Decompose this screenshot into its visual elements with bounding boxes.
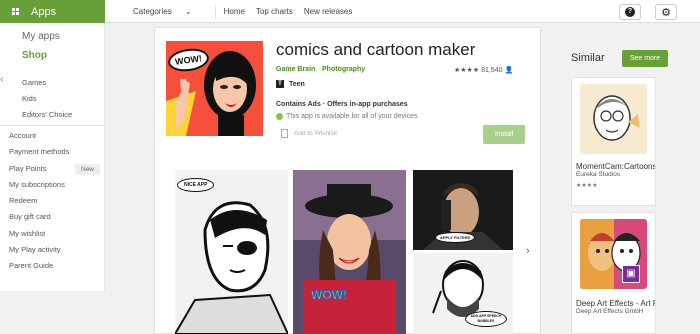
sidebar-link-play-activity[interactable]: My Play activity [9, 242, 104, 258]
availability-notice: This app is available for all of your de… [276, 113, 418, 120]
sidebar-shop[interactable]: Shop [22, 46, 104, 65]
screenshot-2[interactable]: WOW! [293, 170, 406, 334]
screenshot-3[interactable]: APPLY FILTERS [413, 170, 513, 250]
top-bar: Apps Categories ⌄ Home Top charts New re… [0, 0, 700, 23]
see-more-button[interactable]: See more [622, 50, 668, 67]
similar-app-developer: Deep Art Effects GmbH [576, 308, 644, 315]
wishlist-bookmark-icon [281, 129, 288, 138]
add-to-wishlist-button[interactable]: Add to Wishlist [281, 129, 337, 138]
sidebar-link-wishlist[interactable]: My wishlist [9, 226, 104, 242]
category-link[interactable]: Photography [322, 66, 365, 73]
question-icon: ? [625, 7, 635, 17]
similar-app-card-deep-art-effects[interactable]: ▣ Deep Art Effects - Art Filter Deep Art… [571, 212, 656, 334]
rating-stars: ★★★★ [454, 67, 480, 74]
similar-app-developer: Eureka Studios [576, 171, 621, 178]
new-badge: New [75, 163, 101, 175]
info-icon [276, 113, 283, 120]
ads-notice: Contains Ads · Offers in-app purchases [276, 101, 408, 108]
similar-app-title: MomentCam:Cartoons [576, 162, 655, 171]
nav-top-charts[interactable]: Top charts [256, 7, 293, 16]
screenshot-4-bubble: ADD APP SPEECH BUBBLES [465, 311, 507, 327]
next-screenshot-arrow-icon[interactable]: › [526, 245, 530, 257]
similar-app-rating: ★★★★ [576, 183, 598, 189]
similar-app-icon-momentcam [580, 84, 647, 154]
person-icon: 👤 [504, 67, 514, 74]
similar-app-card-momentcam[interactable]: MomentCam:Cartoons Eureka Studios ★★★★ [571, 77, 656, 206]
screenshot-1[interactable]: NICE APP [175, 170, 288, 334]
sidebar: My apps Shop Games Kids Editors' Choice … [0, 23, 105, 291]
settings-button[interactable]: ⚙ [655, 4, 677, 20]
app-rating: ★★★★ 81,540 👤 [454, 66, 513, 74]
sidebar-link-subscriptions[interactable]: My subscriptions [9, 177, 104, 193]
sidebar-item-editors-choice[interactable]: Editors' Choice [22, 107, 104, 123]
sidebar-my-apps[interactable]: My apps [22, 27, 104, 46]
sidebar-item-kids[interactable]: Kids [22, 91, 104, 107]
sidebar-link-buy-gift-card[interactable]: Buy gift card [9, 209, 104, 225]
similar-app-title: Deep Art Effects - Art Filter [576, 299, 655, 308]
apps-tab[interactable]: Apps [0, 0, 105, 23]
sidebar-divider [0, 125, 104, 126]
sidebar-link-payment-methods[interactable]: Payment methods [9, 144, 104, 160]
teen-rating-icon: T [276, 80, 284, 88]
gear-icon: ⚙ [661, 6, 671, 19]
collapse-sidebar-arrow-icon[interactable]: ‹ [0, 74, 3, 85]
similar-heading: Similar [571, 52, 605, 64]
sidebar-link-redeem[interactable]: Redeem [9, 193, 104, 209]
similar-app-icon-deep-art: ▣ [580, 219, 647, 289]
nav-new-releases[interactable]: New releases [304, 7, 352, 16]
developer-link[interactable]: Game Brain [276, 66, 315, 73]
chevron-down-icon: ⌄ [184, 7, 192, 16]
deep-art-logo-icon: ▣ [622, 265, 640, 283]
nav-home[interactable]: Home [224, 7, 245, 16]
screenshot-4[interactable]: ADD APP SPEECH BUBBLES [413, 253, 513, 334]
sidebar-link-parent-guide[interactable]: Parent Guide [9, 258, 104, 274]
apps-grid-icon [12, 8, 19, 15]
app-title: comics and cartoon maker [276, 40, 476, 59]
sidebar-link-play-points[interactable]: Play Points New [9, 161, 104, 177]
install-button[interactable]: Install [483, 125, 525, 144]
rating-count: 81,540 [481, 67, 503, 74]
screenshot-2-bubble: WOW! [311, 288, 348, 303]
apps-tab-label: Apps [31, 5, 57, 18]
help-button[interactable]: ? [619, 4, 641, 20]
categories-menu[interactable]: Categories ⌄ [133, 7, 203, 16]
sidebar-item-games[interactable]: Games [22, 75, 104, 91]
app-cover-image: WOW! [166, 41, 263, 136]
sidebar-link-account[interactable]: Account [9, 128, 104, 144]
screenshot-3-bubble: APPLY FILTERS [435, 232, 476, 243]
top-nav: Categories ⌄ Home Top charts New release… [133, 0, 363, 23]
nav-divider [214, 4, 216, 19]
content-rating: T Teen [276, 80, 305, 88]
